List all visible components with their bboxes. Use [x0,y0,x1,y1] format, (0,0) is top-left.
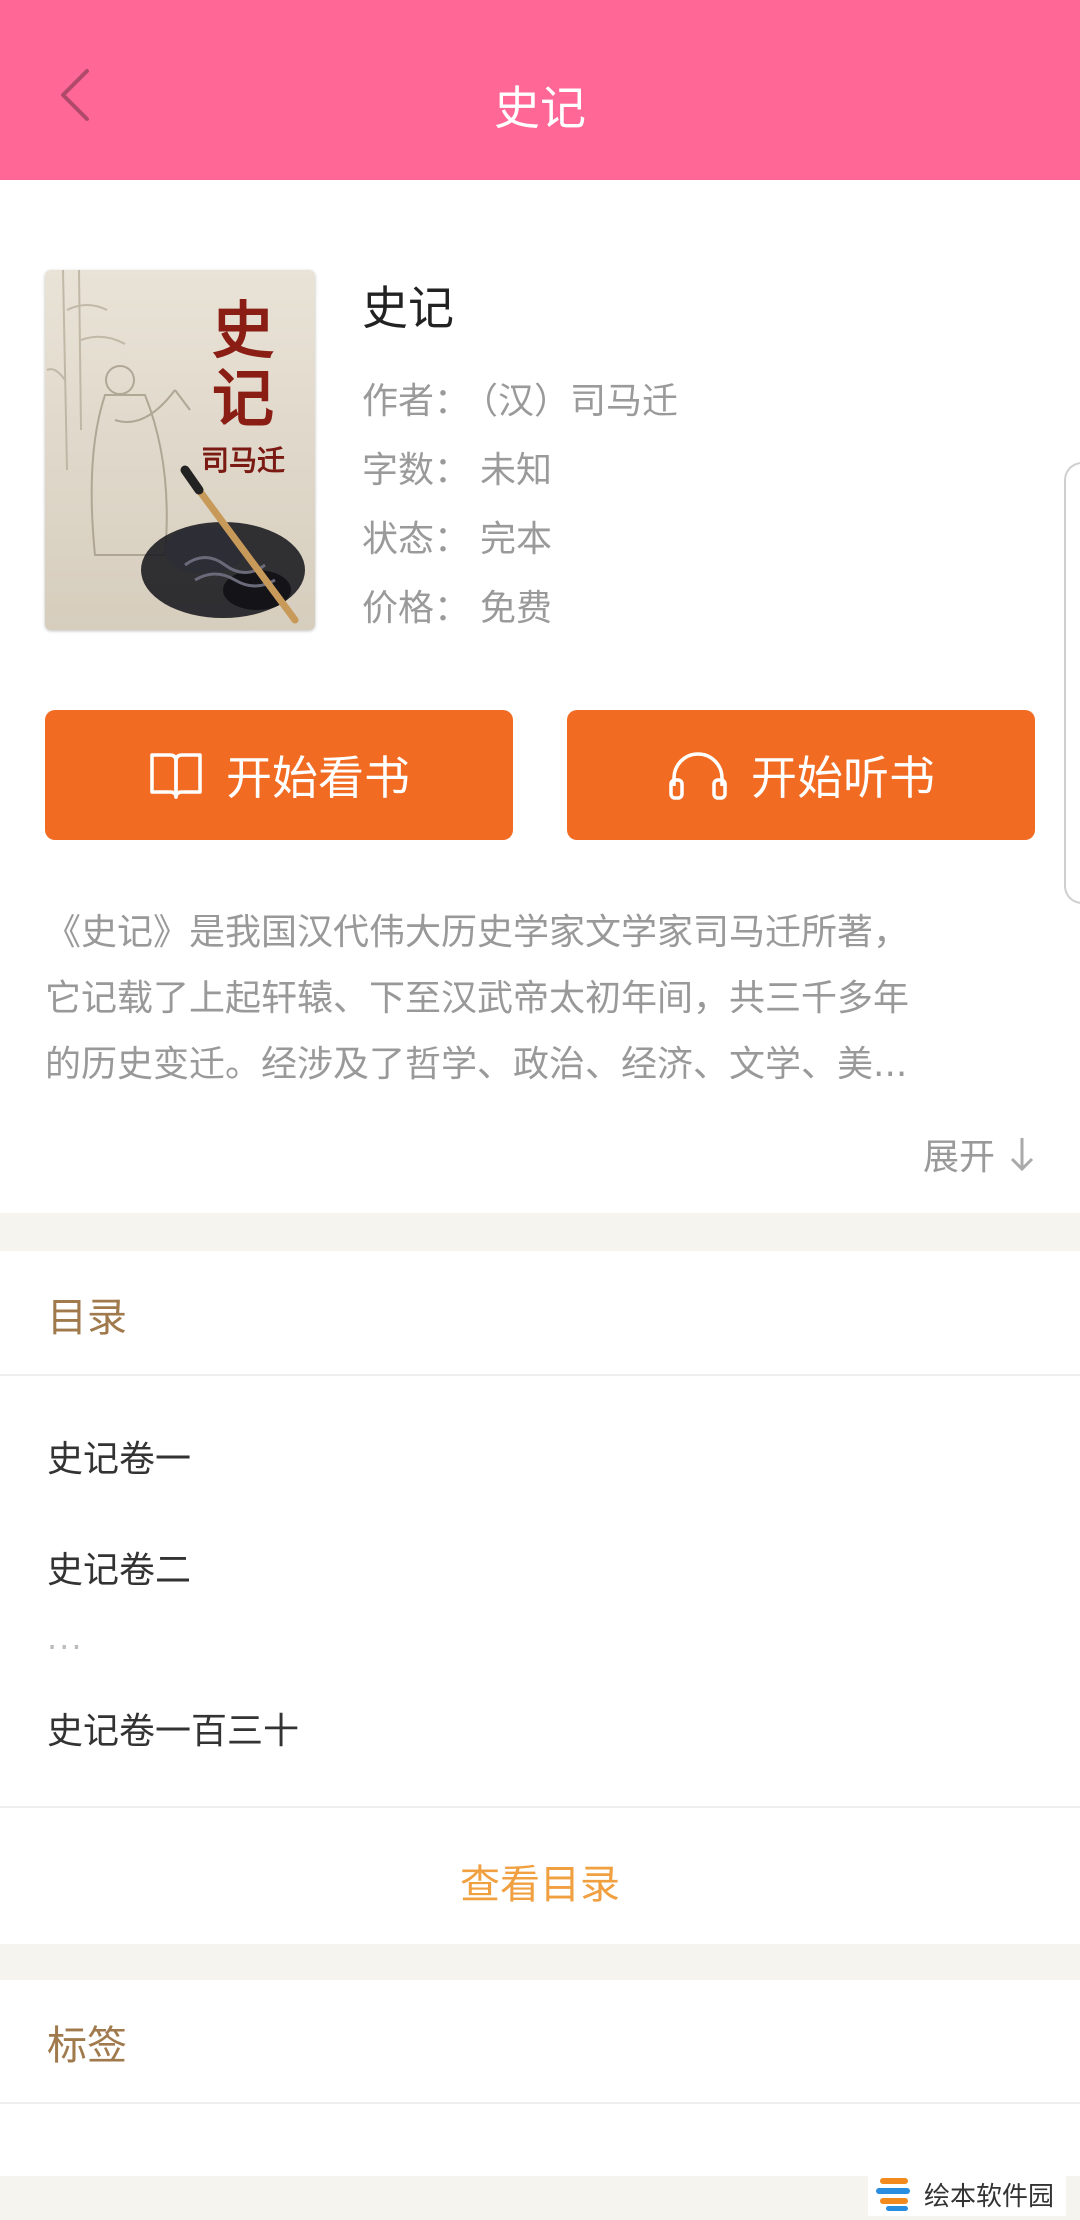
description-line: 的历史变迁。经涉及了哲学、政治、经济、文学、美... [45,1044,908,1085]
book-title: 史记 [362,281,454,335]
expand-label: 展开 [922,1137,995,1178]
meta-label: 状态： [362,519,471,560]
status-value: 完本 [480,519,553,560]
chapter-item[interactable]: 史记卷一 [47,1430,191,1482]
section-divider [0,1213,1080,1251]
start-listening-label: 开始听书 [751,751,935,805]
start-listening-button[interactable]: 开始听书 [567,710,1035,840]
meta-label: 字数： [362,450,471,491]
author-row: 作者： （汉）司马迁 [362,372,678,424]
price-row: 价格： 免费 [362,579,552,631]
word-count-value: 未知 [480,450,553,491]
expand-button[interactable]: 展开 [923,1128,1035,1180]
status-row: 状态： 完本 [362,510,552,562]
view-toc-button[interactable]: 查看目录 [0,1852,1080,1910]
author-value: （汉）司马迁 [480,381,679,422]
arrow-down-icon [1010,1138,1034,1172]
price-value: 免费 [480,588,553,629]
headphones-icon [669,752,727,800]
svg-text:记: 记 [212,362,274,435]
toc-section-title: 目录 [47,1295,127,1341]
description-line: 它记载了上起轩辕、下至汉武帝太初年间，共三千多年 [45,978,910,1019]
divider-line [0,1806,1080,1808]
book-open-icon [150,753,202,799]
tags-section-title: 标签 [47,2023,127,2069]
description-line: 《史记》是我国汉代伟大历史学家文学家司马迁所著， [45,912,910,953]
svg-text:史: 史 [212,294,274,367]
divider-line [0,2102,1080,2104]
section-divider [0,1944,1080,1980]
meta-label: 价格： [362,588,471,629]
chapter-ellipsis: ··· [47,1628,84,1666]
word-count-row: 字数： 未知 [362,441,552,493]
book-cover: 史 记 司马迁 [45,270,315,630]
page-title: 史记 [494,81,586,135]
chapter-item[interactable]: 史记卷一百三十 [47,1702,299,1754]
watermark: 绘本软件园 [867,2172,1066,2216]
meta-label: 作者： [362,381,471,422]
svg-text:司马迁: 司马迁 [201,444,285,477]
app-header: 史记 [0,0,1080,180]
side-drawer-handle[interactable] [1064,462,1080,904]
chapter-item[interactable]: 史记卷二 [47,1541,191,1593]
logo-icon [875,2178,910,2211]
watermark-text: 绘本软件园 [923,2181,1054,2212]
start-reading-button[interactable]: 开始看书 [45,710,513,840]
start-reading-label: 开始看书 [226,751,410,805]
book-description: 《史记》是我国汉代伟大历史学家文学家司马迁所著， 它记载了上起轩辕、下至汉武帝太… [45,900,1035,1098]
divider-line [0,1374,1080,1376]
